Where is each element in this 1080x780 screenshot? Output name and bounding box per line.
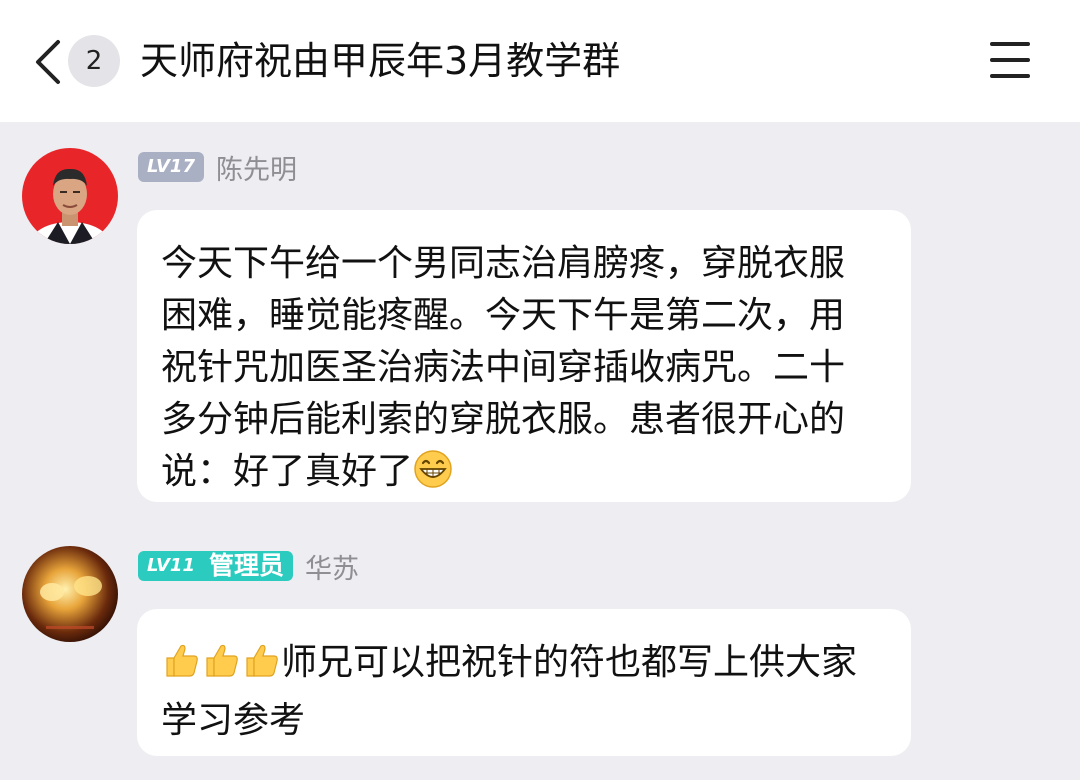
level-text: LV11 xyxy=(147,555,195,576)
grinning-face-emoji xyxy=(413,449,453,504)
avatar[interactable] xyxy=(22,148,118,244)
chevron-left-icon xyxy=(36,40,60,84)
message-text: 今天下午给一个男同志治肩膀疼，穿脱衣服困难，睡觉能疼醒。今天下午是第二次，用祝针… xyxy=(161,238,861,504)
message-meta: LV11 管理员 华苏 xyxy=(138,551,359,585)
username[interactable]: 华苏 xyxy=(305,547,359,586)
message-text-body: 今天下午给一个男同志治肩膀疼，穿脱衣服困难，睡觉能疼醒。今天下午是第二次，用祝针… xyxy=(161,243,846,492)
thumbs-up-emoji xyxy=(241,640,281,695)
message-meta: LV17 陈先明 xyxy=(138,152,297,186)
hamburger-menu-icon[interactable] xyxy=(990,40,1034,80)
username[interactable]: 陈先明 xyxy=(216,148,297,187)
avatar[interactable] xyxy=(22,546,118,642)
chat-header: 2 天师府祝由甲辰年3月教学群 xyxy=(0,0,1080,122)
level-badge: LV11 管理员 xyxy=(138,551,293,581)
unread-count-badge[interactable]: 2 xyxy=(68,35,120,87)
level-badge: LV17 xyxy=(138,152,204,182)
avatar-portrait xyxy=(22,148,118,244)
thumbs-up-emoji xyxy=(161,640,201,695)
role-label: 管理员 xyxy=(208,551,284,580)
avatar-image xyxy=(22,546,118,642)
message-text: 师兄可以把祝针的符也都写上供大家学习参考 xyxy=(161,637,861,747)
group-title: 天师府祝由甲辰年3月教学群 xyxy=(140,39,621,83)
message-bubble[interactable]: 师兄可以把祝针的符也都写上供大家学习参考 xyxy=(137,609,911,756)
thumbs-up-emoji xyxy=(201,640,241,695)
back-button[interactable] xyxy=(28,38,68,86)
message-bubble[interactable]: 今天下午给一个男同志治肩膀疼，穿脱衣服困难，睡觉能疼醒。今天下午是第二次，用祝针… xyxy=(137,210,911,502)
